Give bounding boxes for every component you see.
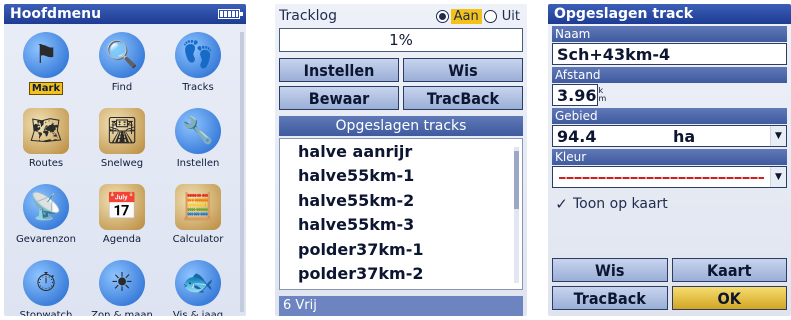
tracks-buttons: Instellen Wis Bewaar TracBack — [275, 54, 527, 110]
fish-hunt-icon: 🐟 — [175, 260, 221, 306]
area-unit: ha — [673, 126, 696, 146]
track-list-item[interactable]: halve55km-1 — [298, 164, 522, 189]
sun-moon-icon: ☀ — [99, 260, 145, 306]
menu-item-find[interactable]: 🔍 Find — [84, 32, 160, 104]
distance-unit-bottom: m — [598, 94, 607, 103]
saved-tracks-list: halve aanrijr halve55km-1 halve55km-2 halve… — [279, 138, 523, 290]
main-menu-titlebar: Hoofdmenu — [4, 4, 246, 24]
name-value: Sch+43km-4 — [557, 44, 671, 64]
menu-grid: ⚑ Mark 🔍 Find 👣 Tracks 🗺 Routes 🛣 Snelweg 🔧 Instell… — [4, 24, 246, 316]
menu-item-routes[interactable]: 🗺 Routes — [8, 108, 84, 180]
calendar-icon: 📅 — [99, 184, 145, 230]
tracklog-progress-text: 1% — [389, 31, 413, 49]
area-value: 94.4 — [557, 126, 597, 146]
distance-unit: k m — [598, 87, 606, 103]
menu-item-label: Stopwatch — [19, 310, 73, 316]
saved-track-screen: Opgeslagen track Naam Sch+43km-4 Afstand… — [548, 4, 791, 316]
menu-item-label: Snelweg — [100, 158, 144, 169]
show-on-map-row[interactable]: ✓ Toon op kaart — [554, 195, 785, 213]
track-list-item[interactable]: halve55km-2 — [298, 188, 522, 213]
menu-item-label: Zon & maan — [91, 310, 153, 316]
menu-item-label: Tracks — [182, 82, 214, 93]
color-select[interactable]: ▼ — [552, 166, 787, 188]
tracklog-label: Tracklog — [279, 8, 337, 24]
saved-track-titlebar: Opgeslagen track — [548, 4, 791, 24]
calculator-icon: 🧮 — [175, 184, 221, 230]
tracklog-progress: 1% — [279, 28, 523, 52]
color-label: Kleur — [552, 149, 787, 165]
name-label: Naam — [552, 26, 787, 42]
wrench-icon: 🔧 — [175, 108, 221, 154]
area-label: Gebied — [552, 108, 787, 124]
track-list-item[interactable]: polder37km-1 — [298, 237, 522, 262]
menu-item-label: Routes — [28, 158, 64, 169]
saved-track-buttons: Wis Kaart TracBack OK — [548, 258, 791, 310]
menu-item-mark[interactable]: ⚑ Mark — [8, 32, 84, 104]
track-list-item[interactable]: halve aanrijr — [298, 139, 522, 164]
tracback-track-button[interactable]: TracBack — [552, 286, 668, 310]
menu-item-stopwatch[interactable]: ⏱ Stopwatch — [8, 260, 84, 316]
tracks-scrollbar[interactable] — [514, 147, 519, 283]
show-on-map-label: Toon op kaart — [573, 196, 668, 212]
menu-item-label: Mark — [28, 82, 64, 95]
tracklog-row: Tracklog Aan Uit — [275, 4, 527, 26]
track-list-item[interactable]: polder37km-2 — [298, 262, 522, 287]
tracks-icon: 👣 — [175, 32, 221, 78]
menu-scrollbar[interactable] — [240, 32, 244, 312]
mark-flag-icon: ⚑ — [23, 32, 69, 78]
tracback-button[interactable]: TracBack — [403, 86, 523, 110]
tracklog-off-radio[interactable] — [483, 9, 497, 23]
tracks-screen: Tracklog Aan Uit 1% Instellen Wis Bewaar… — [275, 4, 527, 316]
main-menu-title: Hoofdmenu — [10, 6, 102, 22]
distance-label: Afstand — [552, 67, 787, 83]
menu-item-label: Gevarenzon — [15, 234, 77, 245]
tracklog-toggle: Aan Uit — [435, 8, 523, 24]
clear-track-button[interactable]: Wis — [552, 258, 668, 282]
color-dropdown-arrow-icon[interactable]: ▼ — [770, 167, 786, 187]
tracklog-on-radio[interactable] — [435, 9, 449, 23]
tracklog-off-label[interactable]: Uit — [499, 9, 523, 24]
tracks-scroll-thumb[interactable] — [514, 151, 519, 209]
menu-item-tracks[interactable]: 👣 Tracks — [160, 32, 236, 104]
distance-field: 3.96 k m — [552, 84, 606, 106]
proximity-icon: 📡 — [23, 184, 69, 230]
highway-icon: 🛣 — [99, 108, 145, 154]
track-color-swatch — [559, 177, 764, 179]
routes-map-icon: 🗺 — [23, 108, 69, 154]
menu-item-label: Calculator — [172, 234, 224, 245]
stopwatch-icon: ⏱ — [23, 260, 69, 306]
main-menu-screen: Hoofdmenu ⚑ Mark 🔍 Find 👣 Tracks 🗺 Routes 🛣 Snelw… — [4, 4, 246, 316]
saved-tracks-header: Opgeslagen tracks — [279, 116, 523, 136]
area-dropdown-arrow-icon[interactable]: ▼ — [770, 126, 786, 146]
menu-item-calculator[interactable]: 🧮 Calculator — [160, 184, 236, 256]
battery-icon — [218, 9, 243, 19]
checkmark-icon[interactable]: ✓ — [554, 195, 569, 213]
menu-item-label: Vis & jaag — [172, 310, 224, 316]
map-button[interactable]: Kaart — [671, 258, 787, 282]
menu-item-label: Agenda — [102, 234, 142, 245]
menu-item-instellen[interactable]: 🔧 Instellen — [160, 108, 236, 180]
tracklog-on-label[interactable]: Aan — [450, 8, 482, 24]
clear-button[interactable]: Wis — [403, 58, 523, 82]
menu-item-agenda[interactable]: 📅 Agenda — [84, 184, 160, 256]
ok-button[interactable]: OK — [671, 286, 787, 310]
saved-track-title: Opgeslagen track — [554, 6, 694, 22]
distance-value: 3.96 — [557, 85, 597, 105]
menu-item-gevarenzon[interactable]: 📡 Gevarenzon — [8, 184, 84, 256]
menu-item-label: Find — [111, 82, 133, 93]
free-slots-status: 6 Vrij — [279, 296, 523, 316]
menu-item-label: Instellen — [176, 158, 220, 169]
save-button[interactable]: Bewaar — [279, 86, 399, 110]
name-field[interactable]: Sch+43km-4 — [552, 43, 787, 65]
setup-button[interactable]: Instellen — [279, 58, 399, 82]
menu-item-snelweg[interactable]: 🛣 Snelweg — [84, 108, 160, 180]
magnifier-icon: 🔍 — [99, 32, 145, 78]
menu-item-zon-maan[interactable]: ☀ Zon & maan — [84, 260, 160, 316]
track-list-item[interactable]: halve55km-3 — [298, 213, 522, 238]
area-field[interactable]: 94.4 ha ▼ — [552, 125, 787, 147]
menu-item-vis-jaag[interactable]: 🐟 Vis & jaag — [160, 260, 236, 316]
